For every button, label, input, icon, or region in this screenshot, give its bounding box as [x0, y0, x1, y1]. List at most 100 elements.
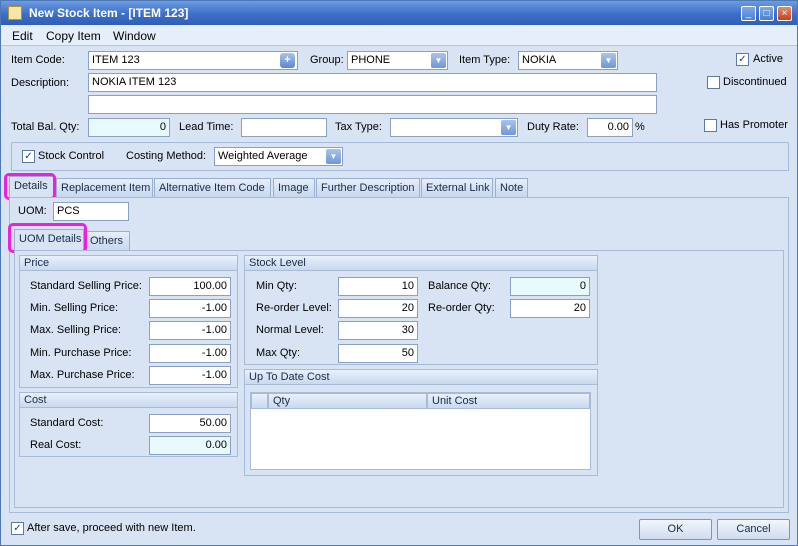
up-to-date-cost-group: Up To Date Cost Qty Unit Cost — [244, 369, 598, 476]
costing-method-label: Costing Method: — [126, 150, 207, 162]
item-type-label: Item Type: — [459, 54, 511, 66]
price-group: Price Standard Selling Price: 100.00 Min… — [19, 255, 238, 388]
description2-input[interactable] — [88, 95, 657, 114]
minimize-button[interactable]: _ — [741, 6, 756, 21]
proceed-new-item-checkbox[interactable]: ✓ — [11, 522, 24, 535]
lead-time-label: Lead Time: — [179, 121, 234, 133]
stock-control-panel: ✓ Stock Control Costing Method: Weighted… — [11, 142, 789, 171]
total-bal-input: 0 — [88, 118, 170, 137]
uom-details-tab-highlight — [8, 223, 87, 253]
max-qty-label: Max Qty: — [256, 347, 301, 359]
discontinued-checkbox[interactable] — [707, 76, 720, 89]
normal-level-label: Normal Level: — [256, 324, 324, 336]
standard-cost-input[interactable]: 50.00 — [149, 414, 231, 433]
reorder-level-label: Re-order Level: — [256, 302, 332, 314]
stock-item-window: New Stock Item - [ITEM 123] _ □ × Edit C… — [0, 0, 798, 546]
standard-selling-price-input[interactable]: 100.00 — [149, 277, 231, 296]
uom-label: UOM: — [18, 205, 47, 217]
lead-time-input[interactable] — [241, 118, 327, 137]
standard-cost-label: Standard Cost: — [30, 417, 104, 429]
group-select[interactable]: PHONE ▼ — [347, 51, 448, 70]
tab-others[interactable]: Others — [85, 231, 130, 250]
item-type-select[interactable]: NOKIA ▼ — [518, 51, 618, 70]
min-qty-label: Min Qty: — [256, 280, 297, 292]
title-bar: New Stock Item - [ITEM 123] _ □ × — [1, 1, 797, 25]
max-selling-price-input[interactable]: -1.00 — [149, 321, 231, 340]
costing-method-select[interactable]: Weighted Average ▼ — [214, 147, 343, 166]
balance-qty-input: 0 — [510, 277, 590, 296]
item-code-label: Item Code: — [11, 54, 65, 66]
max-qty-input[interactable]: 50 — [338, 344, 418, 363]
grid-corner — [251, 393, 268, 409]
tab-image[interactable]: Image — [273, 178, 315, 197]
tab-replacement-item[interactable]: Replacement Item — [56, 178, 153, 197]
cost-title: Cost — [20, 393, 237, 408]
min-selling-price-label: Min. Selling Price: — [30, 302, 119, 314]
stock-control-checkbox[interactable]: ✓ — [22, 150, 35, 163]
close-button[interactable]: × — [777, 6, 792, 21]
cost-group: Cost Standard Cost: 50.00 Real Cost: 0.0… — [19, 392, 238, 457]
max-purchase-price-input[interactable]: -1.00 — [149, 366, 231, 385]
duty-rate-label: Duty Rate: — [527, 121, 579, 133]
up-to-date-cost-grid[interactable]: Qty Unit Cost — [250, 392, 591, 470]
details-tab-highlight — [4, 173, 56, 200]
tax-type-label: Tax Type: — [335, 121, 382, 133]
total-bal-label: Total Bal. Qty: — [11, 121, 80, 133]
menu-copy-item[interactable]: Copy Item — [46, 29, 101, 43]
proceed-new-item-label: After save, proceed with new Item. — [27, 522, 196, 534]
tab-external-link[interactable]: External Link — [421, 178, 493, 197]
uom-details-panel: Price Standard Selling Price: 100.00 Min… — [14, 250, 784, 508]
stock-level-title: Stock Level — [245, 256, 597, 271]
real-cost-input: 0.00 — [149, 436, 231, 455]
menu-edit[interactable]: Edit — [12, 29, 33, 43]
stock-control-label: Stock Control — [38, 150, 105, 162]
item-code-input[interactable]: ITEM 123 — [88, 51, 298, 70]
menu-bar: Edit Copy Item Window — [1, 25, 797, 46]
price-title: Price — [20, 256, 237, 271]
normal-level-input[interactable]: 30 — [338, 321, 418, 340]
uom-input[interactable]: PCS — [53, 202, 129, 221]
ok-button[interactable]: OK — [639, 519, 712, 540]
tab-note[interactable]: Note — [495, 178, 528, 197]
active-checkbox[interactable]: ✓ — [736, 53, 749, 66]
real-cost-label: Real Cost: — [30, 439, 82, 451]
tab-further-description[interactable]: Further Description — [316, 178, 420, 197]
tab-alternative-item-code[interactable]: Alternative Item Code — [154, 178, 271, 197]
unit-cost-column-header[interactable]: Unit Cost — [427, 393, 590, 409]
chevron-down-icon: ▼ — [601, 53, 616, 68]
details-panel: UOM: PCS UOM Details Others Price Standa… — [8, 197, 789, 513]
min-purchase-price-label: Min. Purchase Price: — [30, 347, 132, 359]
add-item-code-icon[interactable]: + — [280, 53, 295, 68]
up-to-date-cost-title: Up To Date Cost — [245, 370, 597, 385]
min-qty-input[interactable]: 10 — [338, 277, 418, 296]
chevron-down-icon: ▼ — [431, 53, 446, 68]
cancel-button[interactable]: Cancel — [717, 519, 790, 540]
max-selling-price-label: Max. Selling Price: — [30, 324, 122, 336]
chevron-down-icon: ▼ — [326, 149, 341, 164]
chevron-down-icon: ▼ — [501, 120, 516, 135]
main-tabs: Details Replacement Item Alternative Ite… — [9, 176, 789, 197]
qty-column-header[interactable]: Qty — [268, 393, 427, 409]
group-label: Group: — [310, 54, 344, 66]
max-purchase-price-label: Max. Purchase Price: — [30, 369, 135, 381]
min-selling-price-input[interactable]: -1.00 — [149, 299, 231, 318]
has-promoter-checkbox[interactable] — [704, 119, 717, 132]
reorder-level-input[interactable]: 20 — [338, 299, 418, 318]
stock-level-group: Stock Level Min Qty: 10 Re-order Level: … — [244, 255, 598, 365]
reorder-qty-input[interactable]: 20 — [510, 299, 590, 318]
description-input[interactable]: NOKIA ITEM 123 — [88, 73, 657, 92]
app-icon — [8, 6, 22, 20]
description-label: Description: — [11, 77, 70, 89]
duty-unit: % — [635, 121, 645, 133]
window-title: New Stock Item - [ITEM 123] — [29, 6, 189, 20]
has-promoter-label: Has Promoter — [720, 119, 788, 131]
reorder-qty-label: Re-order Qty: — [428, 302, 495, 314]
duty-rate-input[interactable]: 0.00 — [587, 118, 633, 137]
active-label: Active — [753, 53, 783, 65]
standard-selling-price-label: Standard Selling Price: — [30, 280, 142, 292]
menu-window[interactable]: Window — [113, 29, 156, 43]
maximize-button[interactable]: □ — [759, 6, 774, 21]
balance-qty-label: Balance Qty: — [428, 280, 491, 292]
min-purchase-price-input[interactable]: -1.00 — [149, 344, 231, 363]
tax-type-select[interactable]: ▼ — [390, 118, 518, 137]
